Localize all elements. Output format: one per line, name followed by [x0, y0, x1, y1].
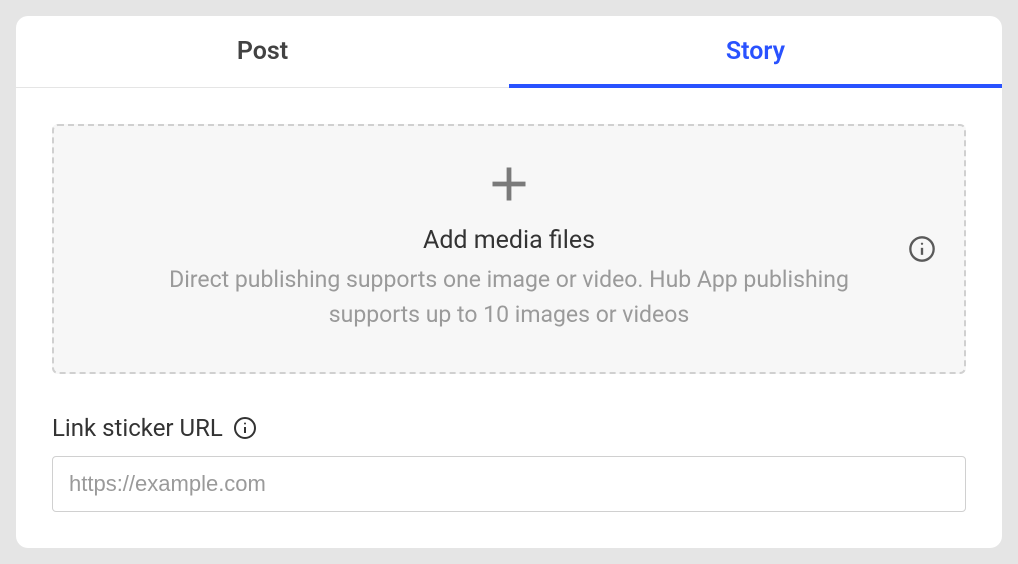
tab-post[interactable]: Post — [16, 16, 509, 87]
link-sticker-label: Link sticker URL — [52, 414, 223, 442]
dropzone-subtitle: Direct publishing supports one image or … — [129, 263, 889, 332]
info-icon[interactable] — [233, 416, 257, 440]
dropzone-title: Add media files — [423, 226, 595, 255]
tab-post-label: Post — [237, 37, 288, 66]
media-dropzone[interactable]: Add media files Direct publishing suppor… — [52, 124, 966, 374]
tab-story-label: Story — [726, 37, 785, 66]
content-area: Add media files Direct publishing suppor… — [16, 88, 1002, 548]
tabs-bar: Post Story — [16, 16, 1002, 88]
tab-story[interactable]: Story — [509, 16, 1002, 87]
composer-card: Post Story Add media files Direct publis… — [16, 16, 1002, 548]
dropzone-center: Add media files Direct publishing suppor… — [74, 156, 944, 332]
link-sticker-field: Link sticker URL — [52, 414, 966, 512]
plus-icon — [487, 156, 531, 216]
link-sticker-input[interactable] — [52, 456, 966, 512]
link-sticker-label-row: Link sticker URL — [52, 414, 966, 442]
info-icon[interactable] — [908, 235, 936, 263]
